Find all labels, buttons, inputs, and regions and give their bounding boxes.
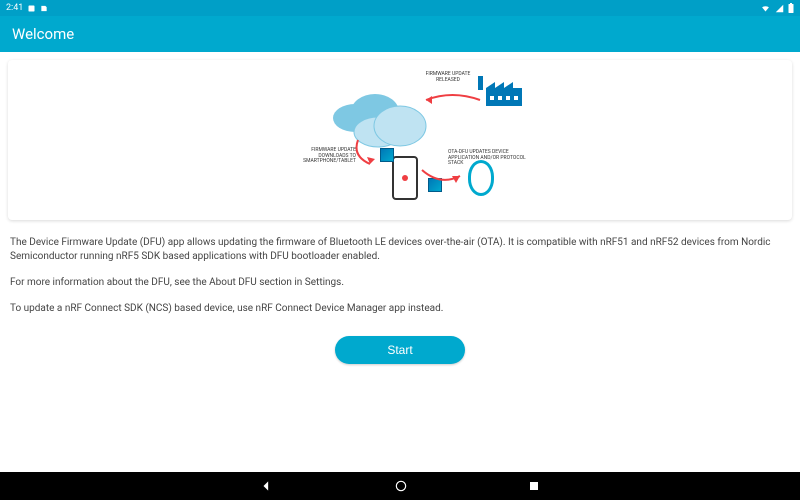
nav-recent-icon[interactable] [528, 480, 540, 492]
dfu-diagram: FIRMWARE UPDATE RELEASED FIRMWARE UPDATE… [250, 70, 550, 210]
intro-paragraph-3: To update a nRF Connect SDK (NCS) based … [10, 302, 790, 316]
android-status-bar: 2:41 [0, 0, 800, 16]
sd-icon [40, 4, 48, 13]
status-time: 2:41 [6, 3, 23, 13]
intro-paragraph-1: The Device Firmware Update (DFU) app all… [10, 236, 790, 264]
status-right-group [760, 3, 794, 13]
button-row: Start [8, 336, 792, 364]
page-title: Welcome [12, 25, 74, 43]
phone-icon [392, 156, 418, 200]
battery-icon [788, 3, 794, 13]
start-button[interactable]: Start [335, 336, 465, 364]
diagram-label-download: FIRMWARE UPDATE DOWNLOADS TO SMARTPHONE/… [284, 148, 356, 165]
arrow-icon [422, 92, 482, 114]
android-nav-bar [0, 472, 800, 500]
arrow-icon [420, 164, 464, 192]
factory-icon [478, 76, 522, 110]
arrow-icon [352, 138, 386, 172]
nav-back-icon[interactable] [260, 479, 274, 493]
diagram-label-release: FIRMWARE UPDATE RELEASED [416, 72, 480, 83]
intro-paragraph-2: For more information about the DFU, see … [10, 276, 790, 290]
diagram-label-ota: OTA-DFU UPDATES DEVICE APPLICATION AND/O… [448, 150, 530, 167]
nav-home-icon[interactable] [394, 479, 408, 493]
wifi-icon [760, 4, 771, 13]
app-bar: Welcome [0, 16, 800, 52]
diagram-card: FIRMWARE UPDATE RELEASED FIRMWARE UPDATE… [8, 60, 792, 220]
clock-icon [27, 4, 36, 13]
signal-icon [775, 4, 784, 13]
status-left-group: 2:41 [6, 3, 48, 13]
content-area: FIRMWARE UPDATE RELEASED FIRMWARE UPDATE… [0, 52, 800, 472]
